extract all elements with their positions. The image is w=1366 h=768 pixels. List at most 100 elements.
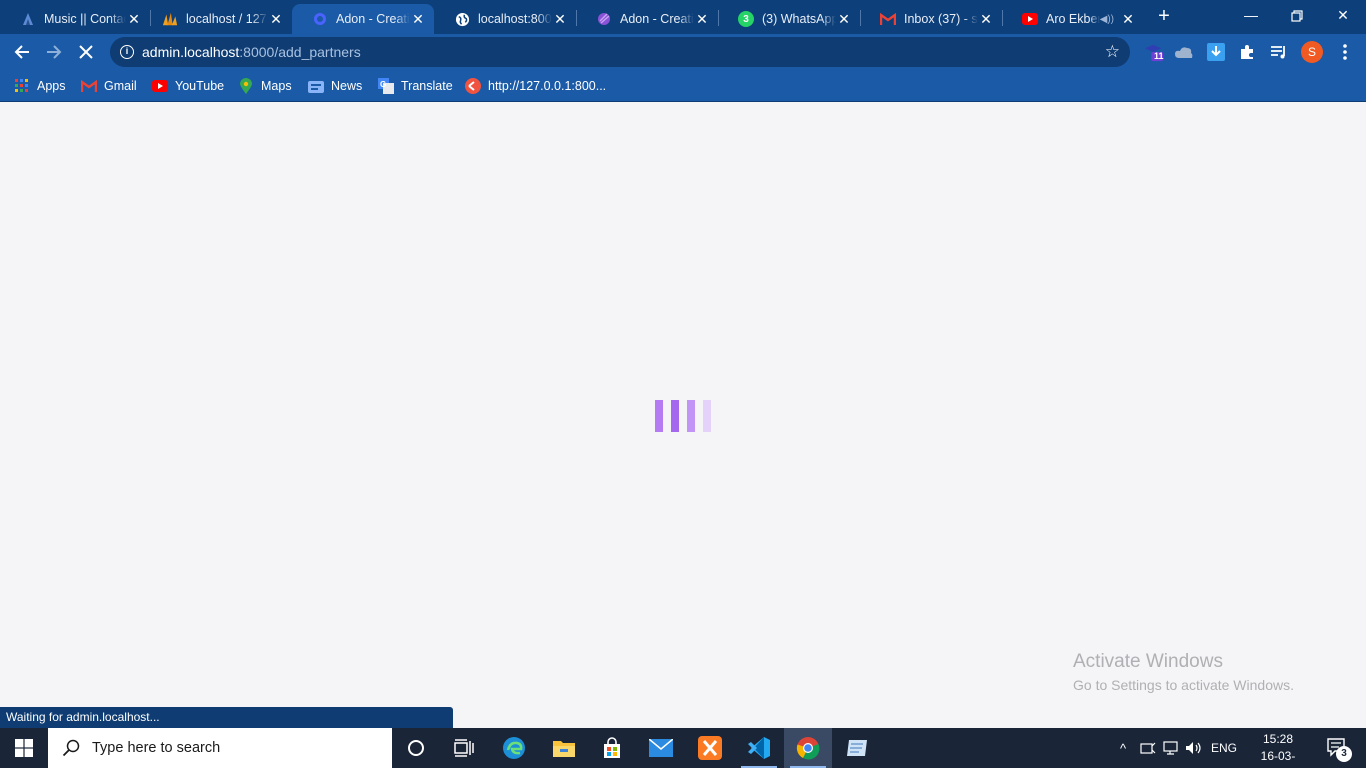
close-icon[interactable]: ✕ [978,11,994,28]
activate-windows-watermark: Activate Windows Go to Settings to activ… [1073,651,1294,693]
bookmark-local[interactable]: http://127.0.0.1:800... [465,76,606,96]
tab-music[interactable]: Music || Contact ✕ [0,4,150,34]
tab-adon-2[interactable]: Adon - Creative Agency ✕ [576,4,718,34]
notification-center-icon[interactable]: 3 [1318,728,1358,768]
bookmark-label: Gmail [104,79,137,93]
tab-adon-active[interactable]: Adon - Creative Agency ✕ [292,4,434,34]
clock-date: 16-03-2021 [1260,749,1296,768]
loader-bar [687,400,695,432]
bookmark-maps[interactable]: Maps [238,76,292,96]
minimize-button[interactable]: — [1228,2,1274,30]
xampp-icon[interactable] [686,728,734,768]
media-control-icon[interactable] [1269,42,1289,62]
watermark-title: Activate Windows [1073,651,1223,672]
taskbar-search-box[interactable]: Type here to search [48,728,392,768]
close-icon[interactable]: ✕ [694,11,710,28]
tab-title: Music || Contact [44,12,126,26]
address-bar[interactable]: i admin.localhost:8000/add_partners ☆ [110,37,1130,67]
loading-spinner [655,400,711,432]
cortana-icon[interactable] [392,728,440,768]
status-bubble: Waiting for admin.localhost... [0,707,453,728]
tab-phpmyadmin[interactable]: localhost / 127.0.0.1 ✕ [142,4,292,34]
apps-grid-icon [14,78,30,94]
whatsapp-icon: 3 [738,11,754,27]
volume-icon[interactable] [1183,728,1205,768]
globe-icon [454,11,470,27]
site-info-icon[interactable]: i [120,45,134,59]
windows-taskbar: Type here to search ^ ENG 15:28 16-03- 3 [0,728,1366,768]
page-content: Activate Windows Go to Settings to activ… [0,103,1366,728]
tab-whatsapp[interactable]: 3 (3) WhatsApp ✕ [718,4,860,34]
tab-localhost[interactable]: localhost:8000/ ✕ [434,4,576,34]
music-site-icon [20,11,36,27]
bookmark-label: Apps [37,79,66,93]
bookmark-youtube[interactable]: YouTube [152,76,224,96]
tab-title: localhost / 127.0.0.1 [186,12,268,26]
extension-cloud-icon[interactable] [1174,42,1194,62]
browser-toolbar: i admin.localhost:8000/add_partners ☆ 11… [0,34,1366,70]
extension-graduation-icon[interactable]: 11 [1144,42,1164,62]
loader-bar [655,400,663,432]
loader-bar [671,400,679,432]
windows-logo-icon [15,739,33,757]
bookmark-label: News [331,79,363,93]
tab-gmail[interactable]: Inbox (37) - sai ✕ [860,4,1002,34]
bookmark-label: Translate [401,79,453,93]
close-icon[interactable]: ✕ [268,11,284,28]
close-icon[interactable]: ✕ [126,11,142,28]
back-button[interactable] [9,39,35,65]
youtube-icon [1022,11,1038,27]
language-indicator[interactable]: ENG [1207,728,1241,768]
tab-title: Adon - Creative Agency [336,12,410,26]
close-window-button[interactable]: ✕ [1320,2,1366,30]
tab-title: (3) WhatsApp [762,12,836,26]
close-icon[interactable]: ✕ [410,11,426,28]
speaker-icon[interactable]: ◀)) [1100,14,1114,25]
bookmark-news[interactable]: News [308,76,362,96]
onedrive-icon[interactable] [1137,728,1159,768]
task-view-icon[interactable] [440,728,488,768]
bookmark-translate[interactable]: G Translate [378,76,453,96]
forward-button[interactable] [41,39,67,65]
mail-icon[interactable] [637,728,685,768]
bookmark-label: YouTube [175,79,225,93]
chrome-icon[interactable] [784,728,832,768]
new-tab-button[interactable]: + [1154,6,1174,27]
close-icon[interactable]: ✕ [552,11,568,28]
bookmark-gmail[interactable]: Gmail [81,76,137,96]
phpmyadmin-icon [162,11,178,27]
restore-button[interactable] [1274,2,1320,30]
file-explorer-icon[interactable] [540,728,588,768]
bookmark-label: Maps [261,79,292,93]
start-button[interactable] [0,728,48,768]
tab-title: localhost:8000/ [478,12,552,26]
youtube-icon [152,78,168,94]
close-icon[interactable]: ✕ [1120,11,1136,28]
tab-title: Inbox (37) - sai [904,12,978,26]
url-path: :8000/add_partners [239,44,361,60]
menu-kebab-icon[interactable] [1335,42,1355,62]
laravel-icon [465,78,481,94]
watermark-subtitle: Go to Settings to activate Windows. [1073,677,1294,693]
loader-bar [703,400,711,432]
stop-loading-button[interactable] [73,39,99,65]
app-icon[interactable] [833,728,881,768]
extensions-puzzle-icon[interactable] [1237,42,1257,62]
search-placeholder: Type here to search [92,740,221,756]
download-icon[interactable] [1206,42,1226,62]
vscode-icon[interactable] [735,728,783,768]
bookmark-star-icon[interactable]: ☆ [1105,42,1120,62]
news-icon [308,78,324,94]
edge-icon[interactable] [490,728,538,768]
network-icon[interactable] [1160,728,1182,768]
system-clock[interactable]: 15:28 16-03-2021 [1248,731,1308,768]
close-icon[interactable]: ✕ [836,11,852,28]
translate-icon: G [378,78,394,94]
maps-pin-icon [238,78,254,94]
tab-youtube[interactable]: Aro Ekberi ◀)) ✕ [1002,4,1144,34]
store-icon[interactable] [588,728,636,768]
chevron-up-icon[interactable]: ^ [1113,728,1133,768]
bookmark-apps[interactable]: Apps [14,76,66,96]
profile-avatar[interactable]: S [1301,41,1323,63]
bookmarks-bar: Apps Gmail YouTube Maps News G Translate [0,70,1366,102]
